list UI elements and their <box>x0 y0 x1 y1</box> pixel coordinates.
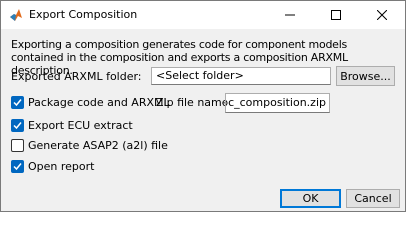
package-code-label: Package code and ARXML <box>28 96 170 109</box>
browse-button[interactable]: Browse... <box>336 66 395 86</box>
generate-asap2-checkbox[interactable] <box>11 139 24 152</box>
window-title: Export Composition <box>29 8 138 21</box>
generate-asap2-label: Generate ASAP2 (a2l) file <box>28 139 168 152</box>
cancel-button[interactable]: Cancel <box>346 189 400 208</box>
title-bar: Export Composition <box>1 1 405 29</box>
checkmark-icon <box>13 122 22 130</box>
minimize-button[interactable] <box>267 1 313 29</box>
export-ecu-extract-label: Export ECU extract <box>28 119 133 132</box>
zip-file-name-label: Zip file name: <box>156 96 233 109</box>
close-icon <box>377 10 387 20</box>
zip-file-name-value: ar_tpc_composition.zip <box>226 96 326 109</box>
maximize-icon <box>331 10 341 20</box>
open-report-label: Open report <box>28 160 95 173</box>
open-report-checkbox[interactable] <box>11 160 24 173</box>
arxml-folder-field[interactable]: <Select folder> <box>151 67 331 85</box>
maximize-button[interactable] <box>313 1 359 29</box>
close-button[interactable] <box>359 1 405 29</box>
minimize-icon <box>285 14 295 16</box>
dialog-body: Exporting a composition generates code f… <box>1 29 405 211</box>
zip-file-name-field[interactable]: ar_tpc_composition.zip <box>225 93 330 113</box>
export-composition-dialog: Export Composition Exporting a compositi… <box>0 0 406 212</box>
export-ecu-extract-checkbox[interactable] <box>11 119 24 132</box>
package-code-checkbox[interactable] <box>11 96 24 109</box>
ok-button[interactable]: OK <box>280 189 341 208</box>
arxml-folder-label: Exported ARXML folder: <box>11 70 142 83</box>
checkmark-icon <box>13 163 22 171</box>
matlab-logo-icon <box>10 9 22 21</box>
checkmark-icon <box>13 99 22 107</box>
